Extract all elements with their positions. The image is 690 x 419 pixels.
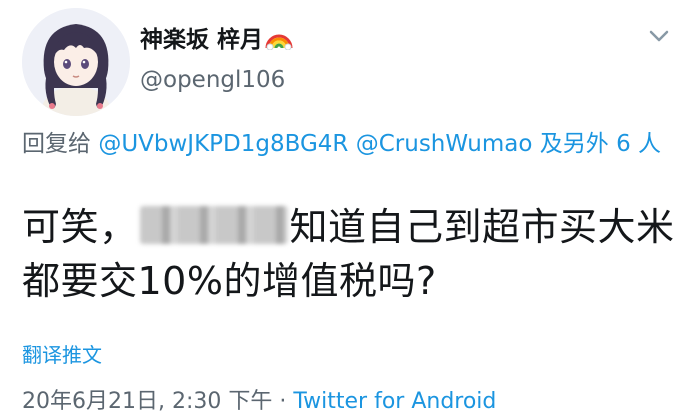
tweet-meta: 20年6月21日, 2:30 下午 · Twitter for Android: [22, 383, 496, 415]
mention-link-1[interactable]: @UVbwJKPD1g8BG4R: [98, 131, 348, 157]
reply-others-link[interactable]: 及另外 6 人: [532, 131, 661, 157]
mention-link-2[interactable]: @CrushWumao: [356, 131, 533, 157]
rainbow-icon: [265, 28, 293, 56]
avatar[interactable]: [22, 8, 130, 116]
reply-prefix: 回复给: [22, 131, 99, 157]
display-name[interactable]: 神楽坂 梓月: [140, 20, 293, 56]
chevron-down-icon[interactable]: [646, 26, 672, 46]
tweet-text-before: 可笑，: [22, 205, 138, 249]
tweet-text: 可笑， 知道自己到超市买大米都要交10%的增值税吗?: [22, 200, 682, 308]
reply-context: 回复给 @UVbwJKPD1g8BG4R @CrushWumao 及另外 6 人: [22, 128, 677, 160]
user-handle[interactable]: @opengl106: [140, 67, 285, 93]
timestamp[interactable]: 20年6月21日, 2:30 下午: [22, 389, 272, 414]
meta-separator: ·: [272, 389, 294, 414]
anime-girl-avatar-icon: [22, 8, 130, 116]
source-link[interactable]: Twitter for Android: [293, 389, 496, 414]
translate-tweet-link[interactable]: 翻译推文: [22, 339, 102, 368]
blurred-redaction: [139, 206, 288, 244]
display-name-text: 神楽坂 梓月: [140, 27, 264, 53]
tweet-card: 神楽坂 梓月 @opengl106 回复给 @UVbwJKPD1g8BG4R @…: [0, 0, 690, 419]
